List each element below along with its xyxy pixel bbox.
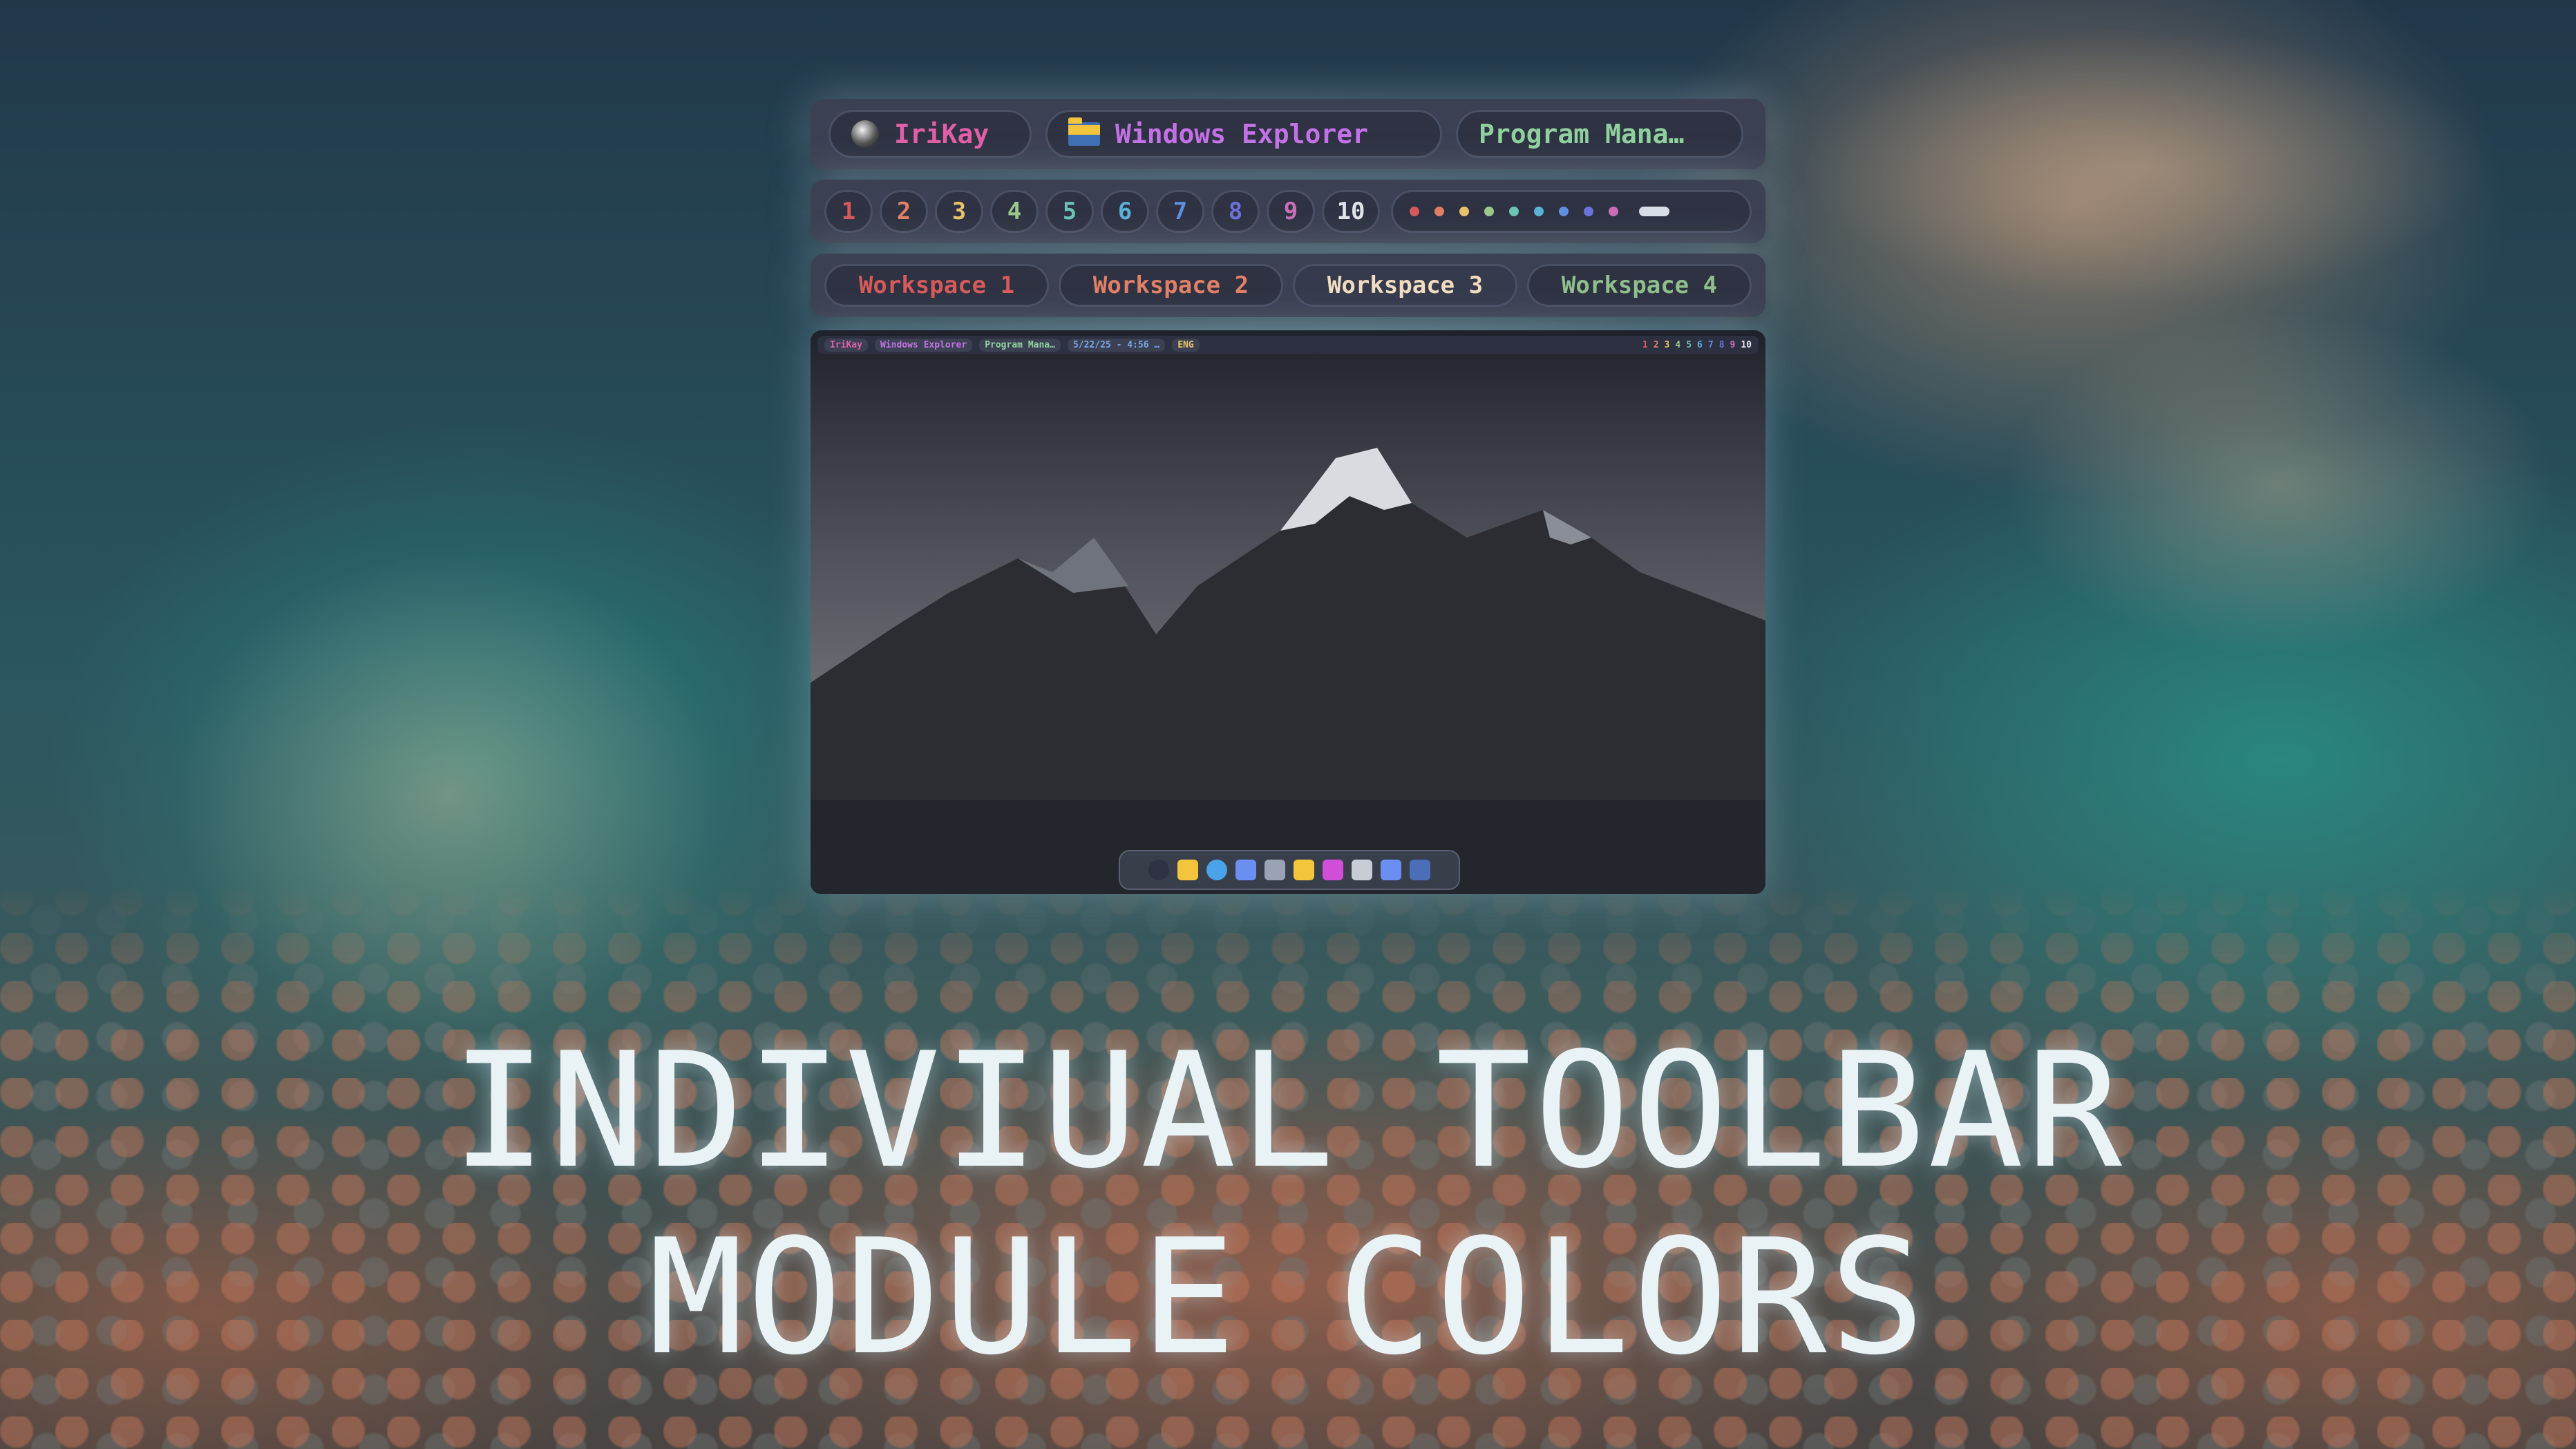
workspace-number-2[interactable]: 2 bbox=[880, 190, 928, 233]
workspace-name-bar: Workspace 1 Workspace 2 Workspace 3 Workspa… bbox=[811, 254, 1765, 317]
preview-workspace-number: 5 bbox=[1686, 339, 1692, 350]
user-name: IriKay bbox=[894, 119, 989, 149]
preview-date: 5/22/25 - 4:56 … bbox=[1067, 338, 1166, 352]
taskbar-top: IriKay Windows Explorer Program Mana… bbox=[811, 99, 1765, 169]
preview-workspace-number: 1 bbox=[1642, 339, 1648, 350]
workspace-name-2[interactable]: Workspace 2 bbox=[1059, 264, 1283, 307]
preview-lang: ENG bbox=[1172, 338, 1200, 352]
dock bbox=[1119, 850, 1460, 890]
dot-list bbox=[1410, 207, 1618, 216]
workspace-name-4[interactable]: Workspace 4 bbox=[1527, 264, 1752, 307]
workspace-number-4[interactable]: 4 bbox=[990, 190, 1039, 233]
preview-workspace-number: 3 bbox=[1664, 339, 1670, 350]
workspace-dot[interactable] bbox=[1559, 207, 1569, 216]
workspace-dot[interactable] bbox=[1609, 207, 1618, 216]
browser-icon[interactable] bbox=[1206, 860, 1227, 880]
workspace-number-5[interactable]: 5 bbox=[1045, 190, 1094, 233]
workspace-number-3[interactable]: 3 bbox=[935, 190, 983, 233]
preview-workspace-number: 2 bbox=[1653, 339, 1659, 350]
workspace-dot[interactable] bbox=[1434, 207, 1444, 216]
image-icon[interactable] bbox=[1410, 860, 1430, 880]
preview-taskbar: IriKay Windows Explorer Program Mana… 5/… bbox=[817, 336, 1759, 354]
workspace-dot[interactable] bbox=[1410, 207, 1419, 216]
preview-window-title: Windows Explorer bbox=[874, 338, 973, 352]
dock-icon-list bbox=[1148, 860, 1430, 880]
user-module[interactable]: IriKay bbox=[828, 110, 1032, 158]
preview-workspace-number: 10 bbox=[1741, 339, 1752, 350]
preview-workspace-numbers: 1 2 3 4 5 6 7 8 9 10 bbox=[1642, 340, 1752, 350]
workspace-number-8[interactable]: 8 bbox=[1211, 190, 1260, 233]
workspace-dot[interactable] bbox=[1459, 207, 1469, 216]
workspace-name-list: Workspace 1 Workspace 2 Workspace 3 Workspa… bbox=[824, 264, 1752, 307]
workspace-name-1[interactable]: Workspace 1 bbox=[824, 264, 1049, 307]
workspace-number-7[interactable]: 7 bbox=[1156, 190, 1204, 233]
preview-workspace-number: 4 bbox=[1675, 339, 1681, 350]
workspace-dot[interactable] bbox=[1509, 207, 1519, 216]
workspace-number-list: 1 2 3 4 5 6 7 8 9 10 bbox=[824, 190, 1380, 233]
gear-icon[interactable] bbox=[1235, 860, 1256, 880]
circle-icon[interactable] bbox=[1148, 860, 1169, 880]
avatar-icon bbox=[851, 120, 879, 148]
workspace-number-9[interactable]: 9 bbox=[1267, 190, 1315, 233]
workspace-number-bar: 1 2 3 4 5 6 7 8 9 10 bbox=[811, 180, 1765, 243]
active-workspace-indicator bbox=[1639, 207, 1669, 216]
workspace-number-6[interactable]: 6 bbox=[1101, 190, 1149, 233]
foam-decoration bbox=[1797, 28, 2488, 304]
program-title: Program Mana… bbox=[1479, 119, 1685, 149]
folder-icon[interactable] bbox=[1177, 860, 1198, 880]
folder-icon bbox=[1068, 117, 1100, 146]
preview-workspace-number: 9 bbox=[1730, 339, 1736, 350]
gear-icon[interactable] bbox=[1381, 860, 1401, 880]
preview-user: IriKay bbox=[824, 338, 868, 352]
preview-workspace-number: 6 bbox=[1697, 339, 1703, 350]
desktop-preview: IriKay Windows Explorer Program Mana… 5/… bbox=[811, 330, 1765, 894]
preview-workspace-number: 7 bbox=[1707, 339, 1714, 350]
program-manager-module[interactable]: Program Mana… bbox=[1456, 110, 1743, 158]
preview-workspace-number: 8 bbox=[1718, 339, 1725, 350]
code-icon[interactable] bbox=[1352, 860, 1372, 880]
headline-line-2: MODULE COLORS bbox=[647, 1206, 1929, 1390]
preview-program: Program Mana… bbox=[979, 338, 1061, 352]
workspace-dot[interactable] bbox=[1484, 207, 1494, 216]
terminal-icon[interactable] bbox=[1265, 860, 1285, 880]
workspace-dot[interactable] bbox=[1534, 207, 1544, 216]
workspace-dots bbox=[1391, 190, 1752, 233]
workspace-number-1[interactable]: 1 bbox=[824, 190, 873, 233]
window-title-module[interactable]: Windows Explorer bbox=[1045, 110, 1442, 158]
app-icon[interactable] bbox=[1323, 860, 1343, 880]
foam-decoration bbox=[2004, 311, 2557, 656]
workspace-number-10[interactable]: 10 bbox=[1322, 190, 1380, 233]
foam-decoration bbox=[173, 553, 726, 1036]
window-title: Windows Explorer bbox=[1115, 119, 1369, 149]
headline-line-1: INDIVIUAL TOOLBAR bbox=[451, 1019, 2125, 1204]
workspace-dot[interactable] bbox=[1584, 207, 1593, 216]
mountain-wallpaper bbox=[811, 330, 1765, 894]
workspace-name-3[interactable]: Workspace 3 bbox=[1293, 264, 1517, 307]
folder-icon[interactable] bbox=[1294, 860, 1314, 880]
